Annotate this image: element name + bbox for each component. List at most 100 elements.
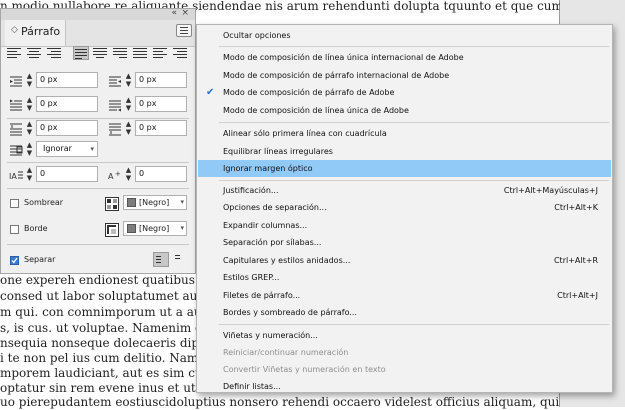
document-text-line: one expereh endionest quatibus evende	[0, 273, 200, 287]
first-line-indent-stepper[interactable]: ▲ ▼	[25, 96, 34, 112]
menu-item-bullets-numbering[interactable]: Viñetas y numeración...	[198, 327, 611, 344]
panel-tab-bar: ◇ Párrafo	[1, 20, 195, 47]
document-text-line: nsequia nonseque dolecaeris dipsam si	[0, 336, 200, 350]
menu-item-drop-caps-nested-styles[interactable]: Capitulares y estilos anidados... Ctrl+Al…	[198, 252, 611, 269]
justify-all-button[interactable]	[133, 46, 149, 60]
chevron-down-icon: ▾	[90, 145, 94, 153]
menu-item-span-columns[interactable]: Expandir columnas...	[198, 217, 611, 234]
menu-item-convert-bullets-to-text: Convertir Viñetas y numeración en texto	[223, 365, 386, 374]
document-text-line: uo pierepudantem eostiuscidoluptius nons…	[0, 395, 560, 409]
document-text-line: mporem laudiciant, aut es sim cum ever	[0, 366, 200, 380]
menu-item-single-line-composer-intl[interactable]: Modo de composición de línea única inter…	[198, 49, 611, 66]
span-columns-button[interactable]	[153, 252, 169, 267]
svg-text:IA: IA	[9, 172, 17, 181]
border-settings-icon[interactable]	[105, 222, 119, 237]
border-color-swatch	[127, 224, 136, 233]
menu-item-paragraph-composer-intl[interactable]: Modo de composición de párrafo internaci…	[198, 67, 611, 84]
right-indent-input[interactable]: 0 px	[135, 72, 187, 88]
close-panel-button[interactable]: ×	[181, 8, 189, 18]
space-after-icon	[108, 122, 122, 136]
separate-label: Separar	[24, 255, 56, 264]
chevron-down-icon: ▾	[180, 224, 184, 232]
space-after-stepper[interactable]: ▲ ▼	[124, 120, 133, 136]
section-divider	[7, 118, 189, 119]
align-grid-icon	[9, 143, 23, 157]
menu-item-justification[interactable]: Justificación... Ctrl+Alt+Mayúsculas+J	[198, 182, 611, 199]
justify-left-button[interactable]	[73, 46, 89, 60]
last-line-indent-icon	[108, 98, 122, 112]
align-toward-spine-button[interactable]	[153, 46, 169, 60]
space-before-input[interactable]: 0 px	[36, 120, 98, 136]
justify-right-button[interactable]	[113, 46, 129, 60]
drop-cap-chars-icon: A +	[108, 168, 122, 182]
align-away-spine-button[interactable]	[173, 46, 189, 60]
space-before-icon	[9, 122, 23, 136]
space-after-input[interactable]: 0 px	[135, 120, 187, 136]
align-grid-select[interactable]: Ignorar ▾	[36, 141, 98, 157]
collapse-panel-button[interactable]: «	[171, 8, 177, 18]
align-center-button[interactable]	[27, 46, 43, 60]
shading-color-swatch	[127, 198, 136, 207]
shading-label: Sombrear	[24, 198, 64, 207]
menu-item-balance-ragged-lines[interactable]: Equilibrar líneas irregulares	[198, 143, 611, 160]
drop-cap-chars-input[interactable]: 0	[135, 166, 187, 182]
document-text-line: s, is cus. ut voluptae. Namenim olorit	[0, 321, 200, 335]
menu-item-single-line-composer[interactable]: Modo de composición de línea única de Ad…	[198, 102, 611, 119]
section-divider	[7, 244, 189, 245]
section-divider	[7, 162, 189, 163]
shading-color-select[interactable]: [Negro] ▾	[123, 195, 187, 210]
justify-center-button[interactable]	[93, 46, 109, 60]
checkmark-icon: ✔	[206, 87, 215, 98]
panel-flyout-menu: Ocultar opciones Modo de composición de …	[196, 24, 613, 393]
right-indent-stepper[interactable]: ▲ ▼	[124, 72, 133, 88]
right-indent-icon	[108, 74, 122, 88]
left-indent-icon	[9, 74, 23, 88]
svg-text:+: +	[115, 170, 121, 178]
menu-item-hide-options[interactable]: Ocultar opciones	[198, 27, 611, 44]
first-line-indent-icon	[9, 98, 23, 112]
menu-separator	[219, 324, 609, 325]
menu-item-grep-styles[interactable]: Estilos GREP...	[198, 269, 611, 286]
menu-item-align-first-line-grid[interactable]: Alinear sólo primera línea con cuadrícul…	[198, 125, 611, 142]
border-color-select[interactable]: [Negro] ▾	[123, 221, 187, 236]
align-grid-stepper[interactable]: ▲ ▼	[25, 141, 34, 157]
tab-parrafo[interactable]: ◇ Párrafo	[5, 20, 66, 46]
tab-label: Párrafo	[21, 25, 61, 38]
border-label: Borde	[24, 224, 48, 233]
menu-item-paragraph-composer[interactable]: ✔ Modo de composición de párrafo de Adobe	[198, 84, 611, 101]
drop-cap-chars-stepper[interactable]: ▲ ▼	[124, 166, 133, 182]
drop-cap-lines-input[interactable]: 0	[36, 166, 98, 182]
drop-cap-lines-stepper[interactable]: ▲ ▼	[25, 166, 34, 182]
menu-item-hyphenation[interactable]: Separación por sílabas...	[198, 234, 611, 251]
shading-settings-icon[interactable]	[105, 196, 119, 211]
align-left-button[interactable]	[7, 46, 23, 60]
border-checkbox[interactable]	[10, 225, 19, 234]
left-indent-input[interactable]: 0 px	[36, 72, 98, 88]
menu-item-define-lists[interactable]: Definir listas...	[198, 378, 611, 395]
panel-title-bar[interactable]: « ×	[1, 8, 195, 20]
left-indent-stepper[interactable]: ▲ ▼	[25, 72, 34, 88]
menu-item-paragraph-rules[interactable]: Filetes de párrafo... Ctrl+Alt+J	[198, 287, 611, 304]
first-line-indent-input[interactable]: 0 px	[36, 96, 98, 112]
last-line-indent-input[interactable]: 0 px	[135, 96, 187, 112]
chevron-down-icon: ▾	[180, 198, 184, 206]
panel-menu-button[interactable]	[176, 24, 192, 37]
shading-checkbox[interactable]	[10, 199, 19, 208]
shading-color-value: [Negro]	[139, 198, 170, 207]
menu-separator	[219, 180, 609, 181]
align-right-button[interactable]	[47, 46, 63, 60]
last-line-indent-stepper[interactable]: ▲ ▼	[124, 96, 133, 112]
paragraph-panel: « × ◇ Párrafo ▲ ▼ 0 px ▲ ▼ 0 px ▲ ▼ 0 px…	[0, 8, 196, 274]
svg-text:A: A	[108, 172, 114, 181]
split-columns-button[interactable]	[173, 252, 189, 267]
document-text-line: consed ut labor soluptatumet aut exerr	[0, 289, 200, 303]
menu-item-ignore-optical-margin[interactable]: Ignorar margen óptico	[198, 160, 611, 177]
menu-separator	[219, 46, 609, 47]
menu-separator	[219, 122, 609, 123]
separate-checkbox[interactable]	[10, 256, 19, 265]
menu-item-keep-options[interactable]: Opciones de separación... Ctrl+Alt+K	[198, 199, 611, 216]
section-divider	[7, 188, 189, 189]
tab-toggle-icon[interactable]: ◇	[11, 25, 18, 35]
menu-item-paragraph-borders-shading[interactable]: Bordes y sombreado de párrafo...	[198, 304, 611, 321]
space-before-stepper[interactable]: ▲ ▼	[25, 120, 34, 136]
